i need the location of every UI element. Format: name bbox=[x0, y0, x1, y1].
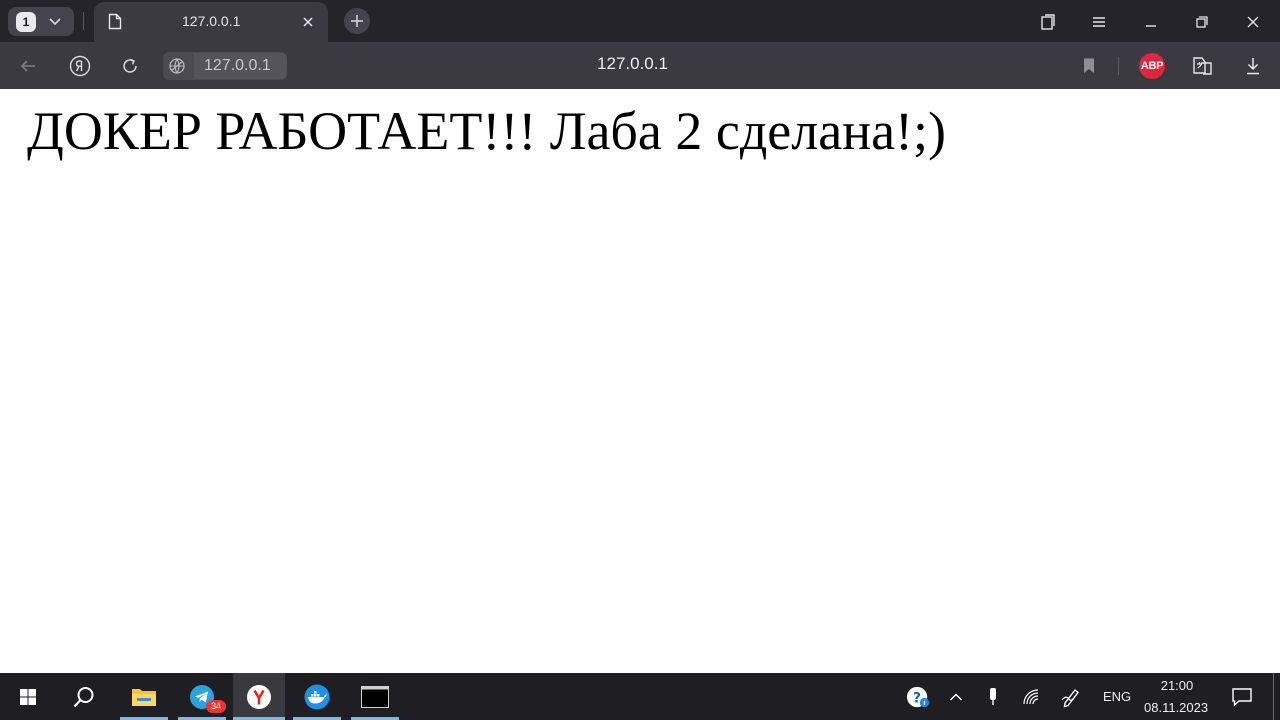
tab-active[interactable]: 127.0.0.1 bbox=[94, 2, 328, 42]
docker-icon bbox=[304, 684, 330, 709]
reload-button[interactable] bbox=[116, 52, 144, 80]
yandex-browser-icon bbox=[247, 684, 271, 709]
address-host: 127.0.0.1 bbox=[194, 53, 287, 79]
translate-icon bbox=[1193, 57, 1212, 75]
browser-toolbar: 127.0.0.1 127.0.0.1 ABP bbox=[0, 42, 1280, 89]
toolbar-divider bbox=[1118, 57, 1119, 75]
download-icon bbox=[1247, 58, 1259, 75]
new-tab-button[interactable] bbox=[344, 8, 370, 34]
taskbar-yandex-browser[interactable] bbox=[233, 673, 285, 720]
search-button[interactable] bbox=[60, 673, 108, 720]
terminal-icon bbox=[361, 685, 389, 708]
taskbar-file-explorer[interactable] bbox=[120, 673, 168, 720]
document-icon bbox=[108, 13, 124, 31]
clock-time[interactable]: 21:00 bbox=[1160, 678, 1194, 693]
minimize-icon bbox=[1146, 25, 1156, 27]
adblock-plus-extension[interactable]: ABP bbox=[1139, 53, 1165, 79]
page-heading: ДОКЕР РАБОТАЕТ!!! Лаба 2 сделана!;) bbox=[27, 101, 947, 161]
tabstrip-divider bbox=[83, 12, 84, 30]
restore-button[interactable] bbox=[1188, 8, 1216, 36]
yandex-button[interactable] bbox=[66, 52, 94, 80]
bookmark-button[interactable] bbox=[1075, 52, 1103, 80]
back-arrow-icon bbox=[20, 60, 35, 72]
search-icon bbox=[73, 686, 94, 707]
wifi-icon[interactable] bbox=[1020, 685, 1044, 709]
help-tray-icon[interactable]: ? bbox=[906, 685, 930, 709]
yandex-icon bbox=[69, 55, 91, 77]
address-bar-title[interactable]: 127.0.0.1 bbox=[560, 54, 705, 74]
clock-date[interactable]: 08.11.2023 bbox=[1144, 700, 1208, 715]
menu-button[interactable] bbox=[1085, 8, 1113, 36]
collections-button[interactable] bbox=[1034, 8, 1062, 36]
tab-count-badge: 1 bbox=[16, 11, 36, 32]
start-button[interactable] bbox=[4, 673, 52, 720]
close-icon bbox=[1247, 16, 1259, 28]
pen-workspace-icon[interactable] bbox=[1060, 685, 1084, 709]
notifications-icon[interactable] bbox=[1230, 685, 1254, 709]
taskbar-docker-desktop[interactable] bbox=[293, 673, 341, 720]
browser-titlebar: 1 127.0.0.1 bbox=[0, 0, 1280, 42]
back-button[interactable] bbox=[14, 52, 42, 80]
tab-title: 127.0.0.1 bbox=[182, 13, 241, 29]
input-language-indicator[interactable]: ENG bbox=[1103, 689, 1131, 704]
svg-text:?: ? bbox=[913, 691, 921, 707]
show-desktop-button[interactable] bbox=[1273, 673, 1274, 720]
reader-translate-button[interactable] bbox=[1189, 52, 1217, 80]
folder-icon bbox=[132, 688, 156, 706]
address-bar-site-chip[interactable]: 127.0.0.1 bbox=[163, 52, 287, 80]
windows-logo-icon bbox=[20, 688, 36, 705]
hamburger-icon bbox=[1093, 17, 1105, 27]
collections-icon bbox=[1041, 14, 1055, 30]
show-hidden-icons-chevron-icon[interactable] bbox=[944, 685, 968, 709]
reload-icon bbox=[123, 58, 137, 73]
chevron-down-icon bbox=[48, 15, 62, 29]
tab-switcher-button[interactable]: 1 bbox=[8, 7, 74, 36]
page-viewport: ДОКЕР РАБОТАЕТ!!! Лаба 2 сделана!;) bbox=[0, 89, 1280, 673]
taskbar-telegram[interactable]: 34 bbox=[178, 673, 226, 720]
plus-icon bbox=[351, 15, 363, 27]
taskbar-terminal[interactable] bbox=[351, 673, 399, 720]
bookmark-icon bbox=[1084, 58, 1094, 73]
close-tab-icon[interactable] bbox=[300, 14, 316, 30]
close-window-button[interactable] bbox=[1239, 8, 1267, 36]
restore-icon bbox=[1196, 16, 1208, 28]
microphone-icon[interactable] bbox=[981, 685, 1005, 709]
windows-taskbar: 34 ? ENG 21:00 08.11.2023 bbox=[0, 673, 1280, 720]
minimize-button[interactable] bbox=[1137, 8, 1165, 36]
downloads-button[interactable] bbox=[1239, 52, 1267, 80]
telegram-unread-badge: 34 bbox=[206, 700, 226, 713]
globe-icon bbox=[168, 57, 186, 75]
